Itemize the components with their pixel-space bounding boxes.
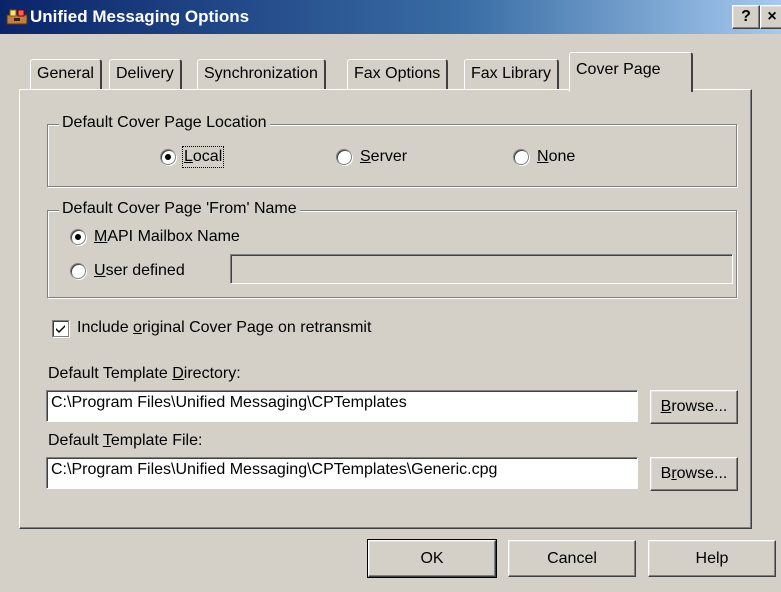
title-bar[interactable]: Unified Messaging Options ? ×: [0, 0, 781, 34]
template-directory-input[interactable]: C:\Program Files\Unified Messaging\CPTem…: [46, 390, 638, 422]
template-directory-label: Default Template Directory:: [48, 365, 241, 382]
radio-mapi-label: MAPI Mailbox Name: [94, 228, 240, 245]
radio-local-label: Local: [181, 146, 225, 168]
tab-label: Fax Options: [354, 65, 441, 82]
radio-user-defined[interactable]: User defined: [70, 262, 185, 280]
tab-label: General: [37, 65, 94, 82]
radio-button[interactable]: [70, 263, 86, 279]
tab-label: Delivery: [116, 65, 174, 82]
tab-cover-page[interactable]: Cover Page: [569, 52, 693, 92]
help-caption-button[interactable]: ?: [732, 5, 760, 29]
browse-directory-button[interactable]: Browse...: [650, 390, 738, 424]
fax-app-icon: [6, 9, 28, 25]
template-file-input[interactable]: C:\Program Files\Unified Messaging\CPTem…: [46, 457, 638, 489]
from-name-group-label: Default Cover Page 'From' Name: [59, 200, 300, 218]
radio-server-label: Server: [360, 148, 408, 165]
tab-fax-library[interactable]: Fax Library: [464, 59, 560, 90]
radio-button[interactable]: [160, 149, 176, 165]
tab-delivery[interactable]: Delivery: [109, 59, 182, 90]
radio-button[interactable]: [513, 149, 529, 165]
tab-label: Fax Library: [471, 65, 552, 82]
radio-none[interactable]: None: [513, 148, 575, 166]
ok-button[interactable]: OK: [367, 539, 497, 578]
radio-user-defined-label: User defined: [94, 262, 185, 279]
radio-button[interactable]: [336, 149, 352, 165]
radio-mapi-mailbox-name[interactable]: MAPI Mailbox Name: [70, 228, 240, 246]
include-original-cover-page-checkbox[interactable]: Include original Cover Page on retransmi…: [52, 319, 371, 337]
cancel-button[interactable]: Cancel: [508, 540, 636, 577]
tab-fax-options[interactable]: Fax Options: [347, 59, 449, 90]
tab-label: Cover Page: [576, 61, 661, 78]
browse-file-button[interactable]: Browse...: [650, 457, 738, 491]
tab-synchronization[interactable]: Synchronization: [197, 59, 326, 90]
template-file-label: Default Template File:: [48, 432, 203, 449]
user-defined-name-field[interactable]: [230, 254, 733, 284]
radio-server[interactable]: Server: [336, 148, 407, 166]
include-original-label: Include original Cover Page on retransmi…: [77, 319, 372, 336]
radio-button[interactable]: [70, 229, 86, 245]
close-caption-button[interactable]: ×: [760, 5, 781, 29]
tab-general[interactable]: General: [30, 59, 102, 90]
radio-none-label: None: [537, 148, 576, 165]
location-group-label: Default Cover Page Location: [59, 114, 270, 132]
help-button[interactable]: Help: [648, 540, 776, 577]
checkbox[interactable]: [52, 319, 69, 337]
tab-label: Synchronization: [204, 65, 318, 82]
window-title: Unified Messaging Options: [30, 7, 250, 26]
checkmark-icon: [56, 324, 65, 333]
radio-local[interactable]: Local: [160, 146, 225, 168]
